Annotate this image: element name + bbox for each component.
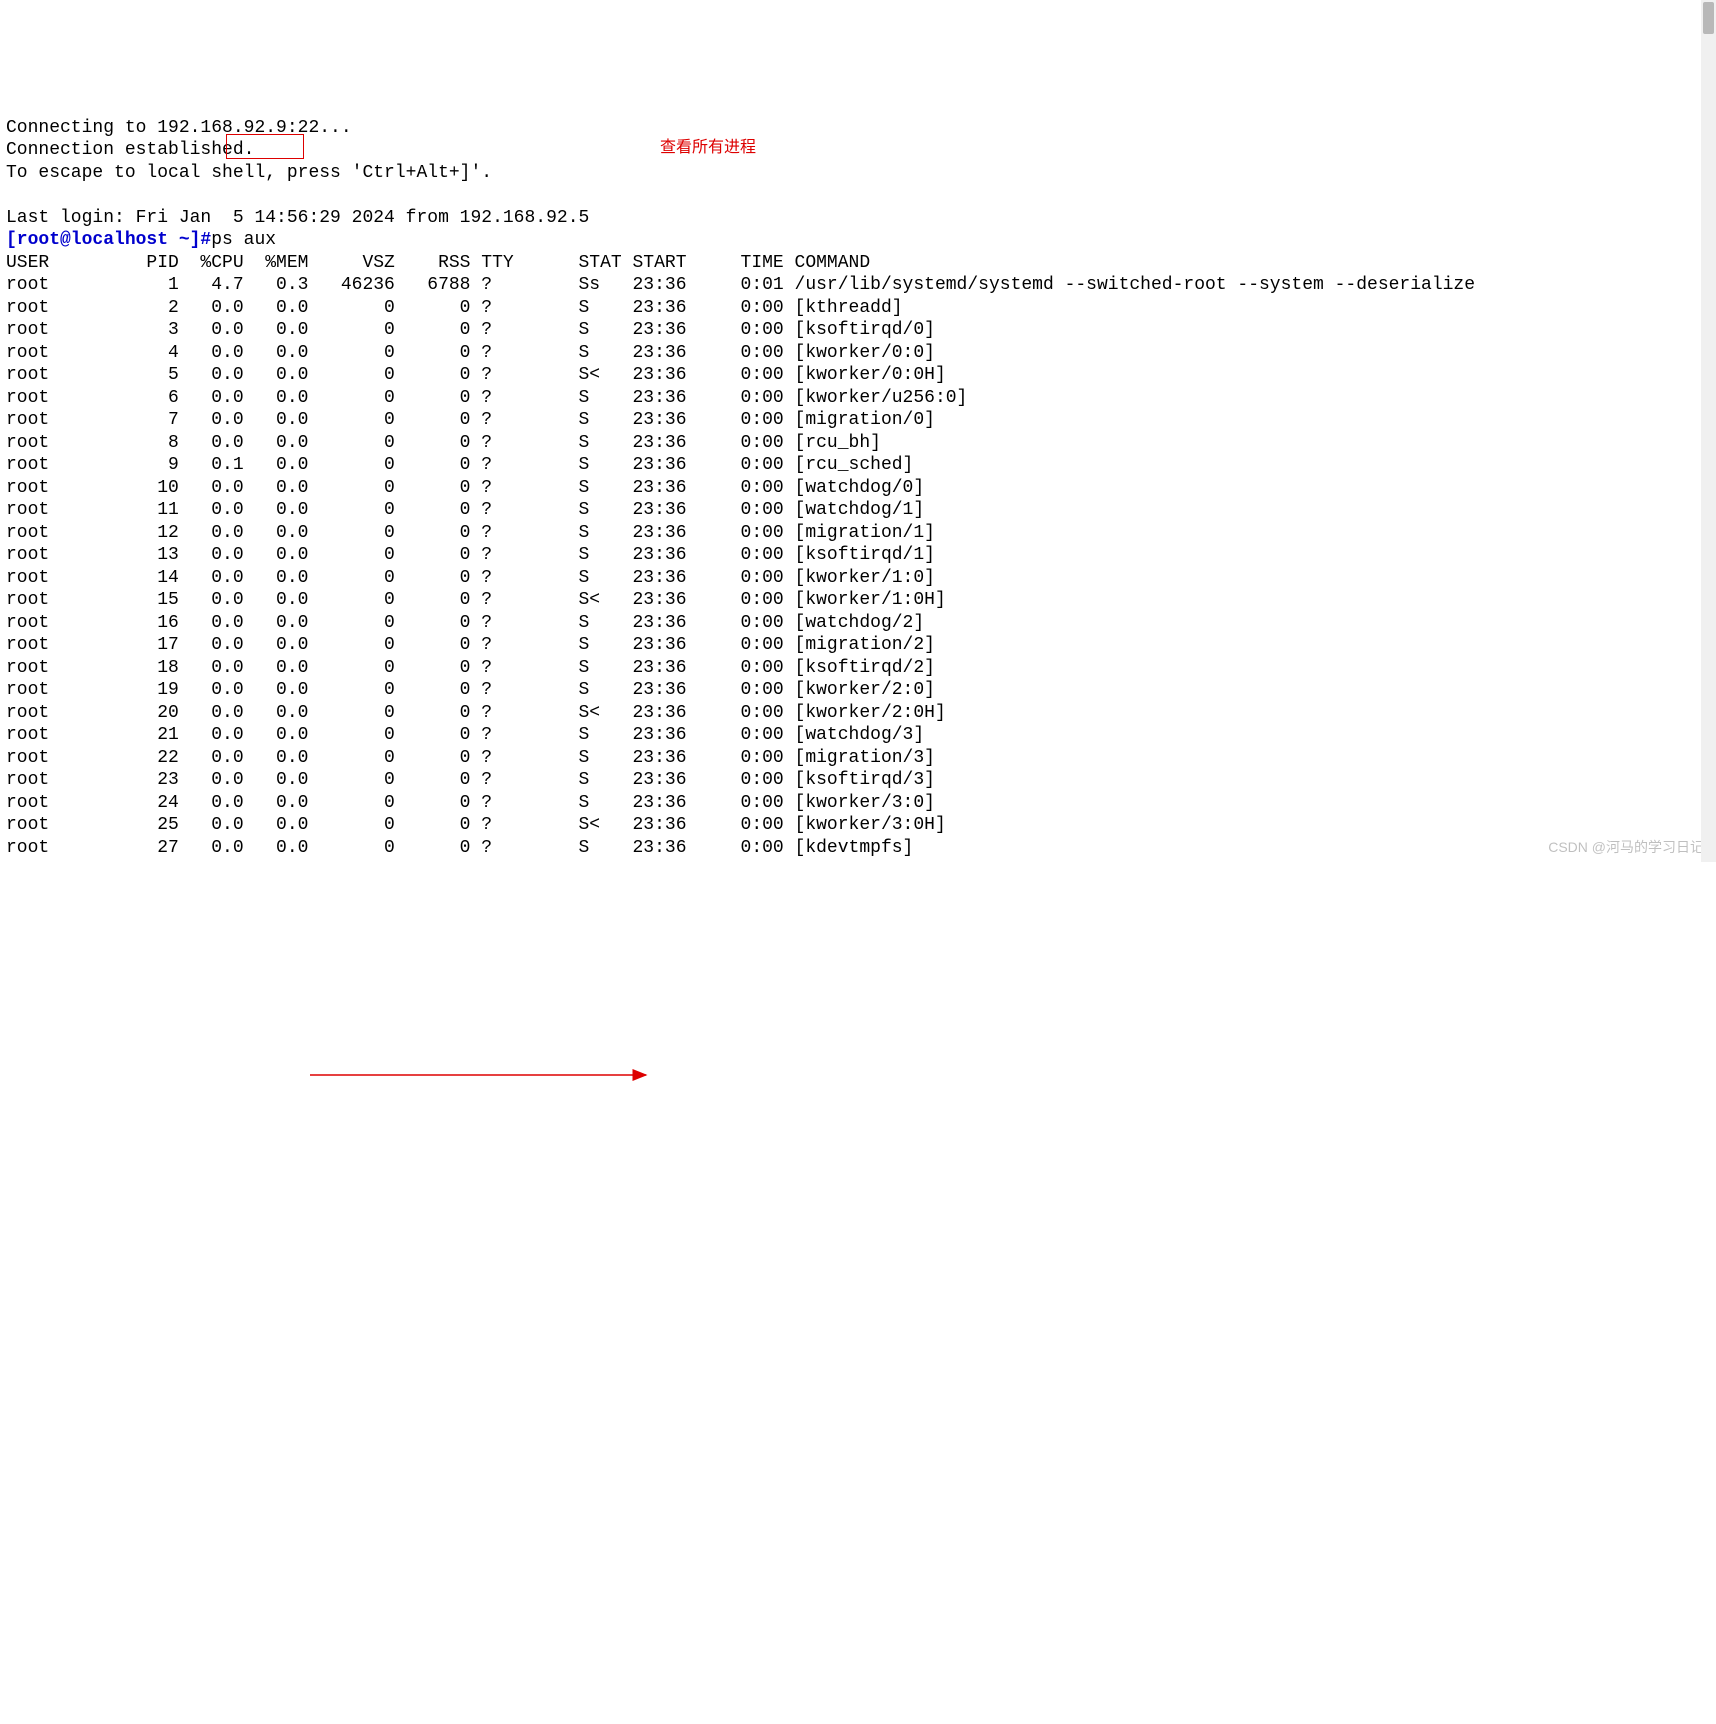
- scrollbar-thumb[interactable]: [1703, 2, 1714, 34]
- ps-header-row: USER PID %CPU %MEM VSZ RSS TTY STAT STAR…: [6, 253, 870, 273]
- escape-hint: To escape to local shell, press 'Ctrl+Al…: [6, 163, 492, 183]
- shell-prompt: [root@localhost ~]#: [6, 230, 211, 250]
- watermark: CSDN @河马的学习日记: [1548, 839, 1704, 857]
- ps-table-rows: root 1 4.7 0.3 46236 6788 ? Ss 23:36 0:0…: [6, 274, 1710, 859]
- terminal-output: Connecting to 192.168.92.9:22... Connect…: [6, 94, 1710, 859]
- connect-line-1: Connecting to 192.168.92.9:22...: [6, 118, 352, 138]
- last-login: Last login: Fri Jan 5 14:56:29 2024 from…: [6, 208, 589, 228]
- scrollbar[interactable]: [1701, 0, 1716, 862]
- connect-line-2: Connection established.: [6, 140, 254, 160]
- annotation-arrow-icon: [6, 927, 1716, 1724]
- annotation-text: 查看所有进程: [660, 138, 756, 158]
- shell-command[interactable]: ps aux: [211, 230, 276, 250]
